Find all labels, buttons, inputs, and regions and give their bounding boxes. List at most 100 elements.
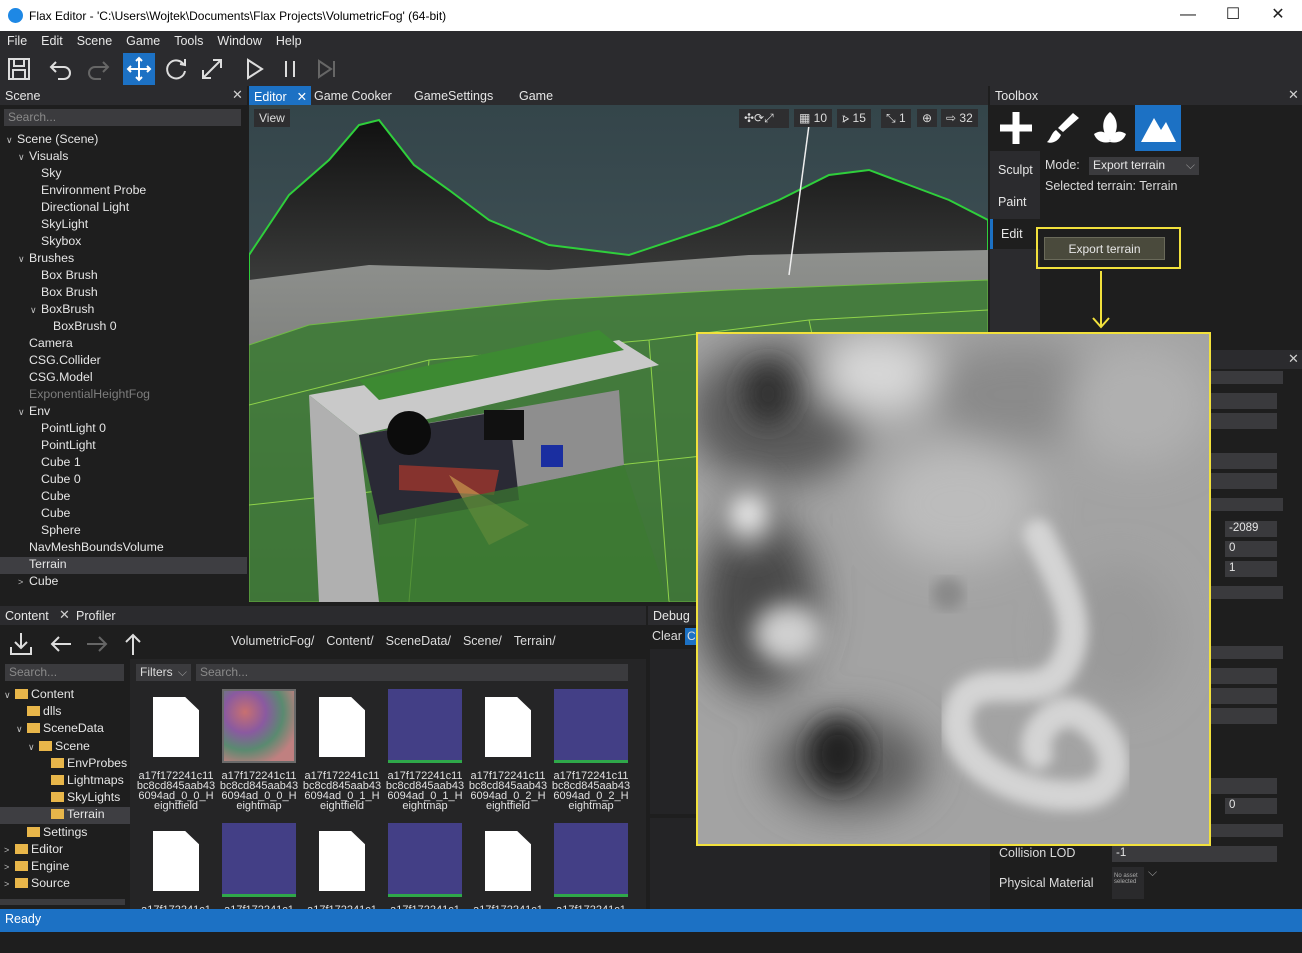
close-icon[interactable]: ✕ — [297, 90, 307, 104]
property-field[interactable] — [1210, 668, 1277, 684]
tab-content[interactable]: Content — [0, 606, 54, 625]
redo-icon[interactable] — [82, 53, 114, 85]
tab-sculpt[interactable]: Sculpt — [990, 155, 1040, 185]
tab-profiler[interactable]: Profiler — [71, 606, 121, 625]
property-value-3[interactable]: 1 — [1225, 561, 1277, 577]
foliage-icon[interactable] — [1087, 105, 1133, 151]
scene-tree-item[interactable]: Cube 0 — [0, 472, 247, 489]
scene-tree-item[interactable]: Cube — [0, 489, 247, 506]
tab-game-settings[interactable]: GameSettings — [409, 86, 498, 105]
mode-dropdown[interactable]: Export terrain ⌵ — [1089, 157, 1199, 175]
asset-item[interactable]: a17f172241c1 — [468, 823, 548, 953]
scene-tree-item[interactable]: Terrain — [0, 557, 247, 574]
view-menu-button[interactable]: View — [254, 109, 290, 127]
menu-edit[interactable]: Edit — [34, 31, 70, 51]
minimize-button[interactable]: — — [1165, 0, 1211, 31]
scene-tree-item[interactable]: ∨ Brushes — [0, 251, 247, 268]
folder-tree-item[interactable]: SkyLights — [0, 790, 130, 807]
import-icon[interactable] — [8, 631, 34, 657]
scene-tree-item[interactable]: PointLight — [0, 438, 247, 455]
breadcrumb-item[interactable]: SceneData/ — [386, 634, 451, 648]
chevron-down-icon[interactable]: ⌵ — [1148, 865, 1157, 880]
folder-tree-item[interactable]: ∨ Content — [0, 687, 130, 704]
scene-tree-item[interactable]: Box Brush — [0, 285, 247, 302]
translate-gizmo-icon[interactable] — [123, 53, 155, 85]
export-terrain-button[interactable]: Export terrain — [1044, 237, 1165, 260]
breadcrumb-item[interactable]: VolumetricFog/ — [231, 634, 314, 648]
close-icon[interactable]: ✕ — [1288, 351, 1299, 367]
scene-tab[interactable]: Scene — [0, 86, 45, 105]
folder-tree-item[interactable]: > Engine — [0, 859, 130, 876]
scene-tree-item[interactable]: CSG.Collider — [0, 353, 247, 370]
property-value-1[interactable]: -2089 — [1225, 521, 1277, 537]
property-field[interactable] — [1210, 778, 1277, 794]
chevron-down-icon[interactable]: ∨ — [16, 724, 27, 735]
scene-tree-item[interactable]: > Cube — [0, 574, 247, 591]
rotate-snap-button[interactable]: ⦠ 15 — [837, 109, 871, 128]
tab-debug[interactable]: Debug — [648, 606, 695, 625]
save-icon[interactable] — [3, 53, 35, 85]
scene-tree-item[interactable]: CSG.Model — [0, 370, 247, 387]
breadcrumb-item[interactable]: Content/ — [326, 634, 373, 648]
terrain-tool-icon[interactable] — [1135, 105, 1181, 151]
transform-tools-icon[interactable]: ✣⟳⤢ — [739, 109, 789, 128]
tab-paint[interactable]: Paint — [990, 187, 1040, 217]
asset-item[interactable]: a17f172241c1 — [136, 823, 216, 953]
folder-tree-item[interactable]: Lightmaps — [0, 773, 130, 790]
scene-tree-item[interactable]: SkyLight — [0, 217, 247, 234]
scene-tree-item[interactable]: Environment Probe — [0, 183, 247, 200]
rotate-gizmo-icon[interactable] — [160, 53, 192, 85]
folder-tree-item[interactable]: > Editor — [0, 842, 130, 859]
play-icon[interactable] — [238, 53, 270, 85]
menu-window[interactable]: Window — [210, 31, 268, 51]
scene-tree-item[interactable]: Sphere — [0, 523, 247, 540]
up-arrow-icon[interactable] — [120, 631, 146, 657]
chevron-down-icon[interactable]: ∨ — [18, 152, 29, 163]
scene-tree-item[interactable]: ∨ Visuals — [0, 149, 247, 166]
close-icon[interactable]: ✕ — [232, 87, 243, 103]
asset-item[interactable]: a17f172241c11bc8cd845aab436094ad_0_0_Hei… — [219, 689, 299, 819]
asset-item[interactable]: a17f172241c11bc8cd845aab436094ad_0_0_Hei… — [136, 689, 216, 819]
scene-tree-item[interactable]: Sky — [0, 166, 247, 183]
pause-icon[interactable] — [274, 53, 306, 85]
scale-snap-button[interactable]: ⤡ 1 — [881, 109, 911, 128]
scene-tree-item[interactable]: Box Brush — [0, 268, 247, 285]
folder-tree-item[interactable]: EnvProbes — [0, 756, 130, 773]
property-field[interactable] — [1210, 688, 1277, 704]
asset-item[interactable]: a17f172241c1 — [302, 823, 382, 953]
property-dropdown[interactable] — [1210, 413, 1277, 429]
scene-tree-item[interactable]: PointLight 0 — [0, 421, 247, 438]
tab-game[interactable]: Game — [514, 86, 558, 105]
chevron-down-icon[interactable]: ∨ — [28, 742, 39, 753]
chevron-down-icon[interactable]: ∨ — [18, 254, 29, 265]
menu-game[interactable]: Game — [119, 31, 167, 51]
asset-item[interactable]: a17f172241c1 — [551, 823, 631, 953]
undo-icon[interactable] — [45, 53, 77, 85]
close-button[interactable]: ✕ — [1255, 0, 1301, 31]
scene-tree-item[interactable]: ExponentialHeightFog — [0, 387, 247, 404]
property-value-2[interactable]: 0 — [1225, 541, 1277, 557]
scene-tree-item[interactable]: Cube — [0, 506, 247, 523]
asset-item[interactable]: a17f172241c1 — [219, 823, 299, 953]
collision-lod-field[interactable]: -1 — [1112, 846, 1277, 862]
scene-tree-item[interactable]: Directional Light — [0, 200, 247, 217]
spawn-tool-icon[interactable] — [993, 105, 1039, 151]
asset-item[interactable]: a17f172241c11bc8cd845aab436094ad_0_1_Hei… — [385, 689, 465, 819]
chevron-down-icon[interactable]: ∨ — [18, 407, 29, 418]
content-search-input[interactable]: Search... — [196, 664, 628, 681]
camera-speed-button[interactable]: ⇨ 32 — [941, 109, 978, 127]
scene-tree-item[interactable]: Cube 1 — [0, 455, 247, 472]
chevron-right-icon[interactable]: > — [4, 879, 15, 889]
breadcrumb-item[interactable]: Terrain/ — [514, 634, 556, 648]
scene-tree-item[interactable]: Skybox — [0, 234, 247, 251]
step-frame-icon[interactable] — [310, 53, 342, 85]
property-field[interactable] — [1210, 393, 1277, 409]
property-dropdown[interactable] — [1210, 453, 1277, 469]
menu-tools[interactable]: Tools — [167, 31, 210, 51]
breadcrumb-item[interactable]: Scene/ — [463, 634, 502, 648]
folder-tree-item[interactable]: Settings — [0, 825, 130, 842]
close-icon[interactable]: ✕ — [1288, 87, 1299, 103]
clear-button[interactable]: Clear — [652, 629, 682, 643]
folder-tree-item[interactable]: > Source — [0, 876, 130, 893]
chevron-right-icon[interactable]: > — [18, 577, 29, 587]
